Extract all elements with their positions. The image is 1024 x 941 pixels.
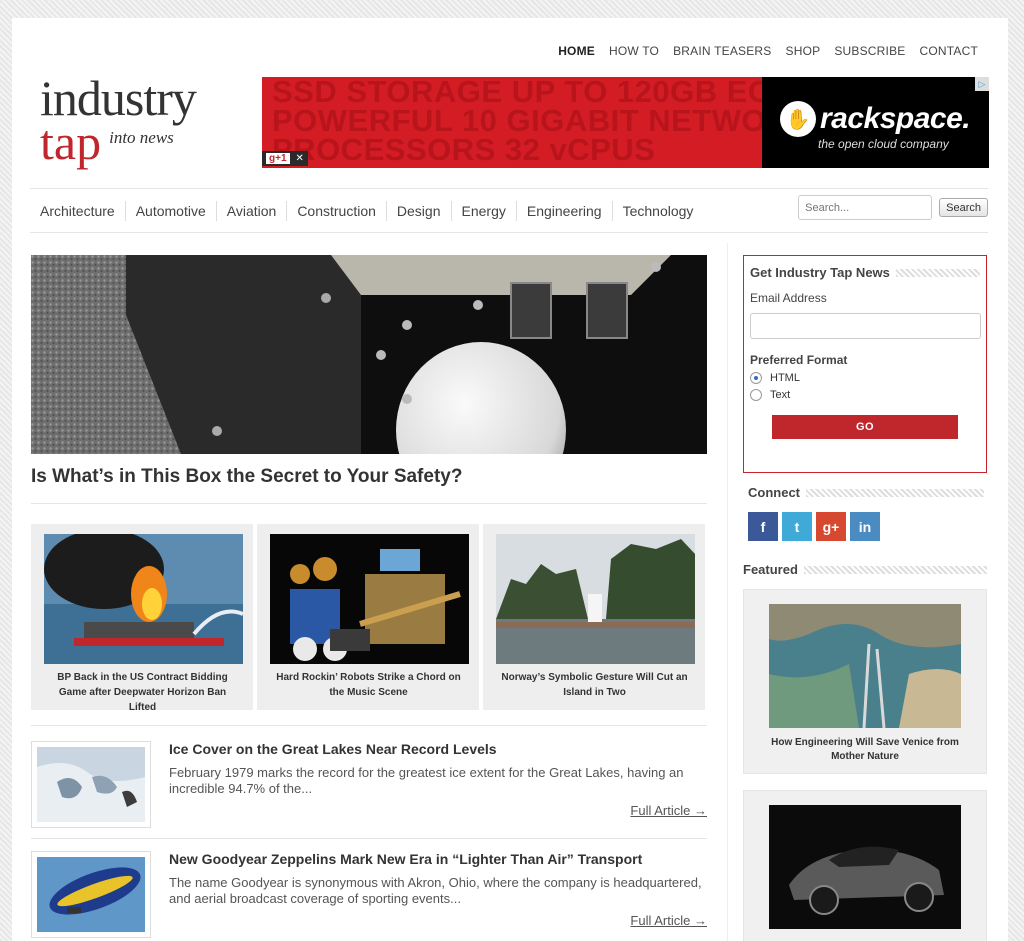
radio-html[interactable] bbox=[750, 372, 762, 384]
go-button[interactable]: GO bbox=[772, 415, 958, 439]
category-list: Architecture Automotive Aviation Constru… bbox=[30, 201, 703, 221]
nav-subscribe[interactable]: SUBSCRIBE bbox=[834, 44, 905, 58]
nav-brain-teasers[interactable]: BRAIN TEASERS bbox=[673, 44, 771, 58]
category-architecture[interactable]: Architecture bbox=[30, 201, 126, 221]
ad-brand-sub: the open cloud company bbox=[818, 137, 949, 151]
category-construction[interactable]: Construction bbox=[287, 201, 387, 221]
article-thumb[interactable] bbox=[31, 741, 151, 828]
divider bbox=[31, 838, 707, 839]
page: HOME HOW TO BRAIN TEASERS SHOP SUBSCRIBE… bbox=[12, 18, 1008, 941]
thumb-image-robots bbox=[270, 534, 469, 664]
gplus-icon[interactable]: g+1 bbox=[266, 153, 290, 164]
category-nav: Architecture Automotive Aviation Constru… bbox=[30, 188, 988, 233]
article-excerpt: February 1979 marks the record for the g… bbox=[169, 765, 684, 796]
search-button[interactable]: Search bbox=[939, 198, 988, 217]
connect-title: Connect bbox=[748, 485, 800, 500]
ad-brand: ✋ rackspace. bbox=[780, 101, 971, 137]
hero-photo bbox=[31, 255, 707, 454]
ad-line-3: PROCESSORS 32 vCPUS bbox=[272, 132, 656, 167]
radio-label-html: HTML bbox=[770, 372, 800, 384]
linkedin-icon[interactable]: in bbox=[850, 512, 880, 541]
featured-title: Featured bbox=[743, 562, 798, 577]
search-form: Search bbox=[798, 195, 988, 220]
radio-label-text: Text bbox=[770, 389, 791, 401]
category-technology[interactable]: Technology bbox=[613, 201, 704, 221]
connect-section: Connect f t g+ in bbox=[748, 485, 984, 541]
article-thumb[interactable] bbox=[31, 851, 151, 938]
featured-heading-row: Featured bbox=[743, 562, 987, 577]
article-image-ice bbox=[37, 747, 145, 822]
format-option-text[interactable]: Text bbox=[750, 389, 980, 401]
hero-title[interactable]: Is What’s in This Box the Secret to Your… bbox=[31, 466, 462, 488]
site-logo[interactable]: industry tap into news bbox=[40, 73, 240, 176]
nav-shop[interactable]: SHOP bbox=[786, 44, 821, 58]
connect-heading: Connect bbox=[748, 485, 984, 500]
category-automotive[interactable]: Automotive bbox=[126, 201, 217, 221]
divider bbox=[31, 725, 707, 726]
featured-card[interactable] bbox=[743, 790, 987, 941]
email-field[interactable] bbox=[750, 313, 981, 339]
format-option-html[interactable]: HTML bbox=[750, 372, 980, 384]
social-icons: f t g+ in bbox=[748, 512, 984, 541]
heading-stripes bbox=[803, 565, 987, 574]
nav-home[interactable]: HOME bbox=[558, 44, 595, 58]
ad-line-1: SSD STORAGE UP TO 120GB ECC MEMORY bbox=[272, 77, 762, 109]
thumb-caption[interactable]: BP Back in the US Contract Bidding Game … bbox=[44, 670, 241, 715]
category-energy[interactable]: Energy bbox=[452, 201, 517, 221]
ad-close-icon[interactable]: ✕ bbox=[296, 153, 304, 164]
thumb-card-bp[interactable]: BP Back in the US Contract Bidding Game … bbox=[31, 524, 253, 713]
nav-contact[interactable]: CONTACT bbox=[919, 44, 978, 58]
divider bbox=[31, 503, 707, 504]
ad-left-panel: SSD STORAGE UP TO 120GB ECC MEMORY POWER… bbox=[262, 77, 762, 168]
ad-headline: SSD STORAGE UP TO 120GB ECC MEMORY POWER… bbox=[272, 77, 762, 167]
ad-line-2: POWERFUL 10 GIGABIT NETWORKS bbox=[272, 103, 762, 138]
facebook-icon[interactable]: f bbox=[748, 512, 778, 541]
radio-text[interactable] bbox=[750, 389, 762, 401]
thumb-caption[interactable]: Hard Rockin’ Robots Strike a Chord on th… bbox=[270, 670, 467, 700]
thumb-caption[interactable]: Norway’s Symbolic Gesture Will Cut an Is… bbox=[496, 670, 693, 700]
rackspace-logo-icon: ✋ bbox=[780, 101, 816, 137]
category-engineering[interactable]: Engineering bbox=[517, 201, 613, 221]
sidebar-divider bbox=[727, 243, 728, 941]
ad-brand-name: rackspace. bbox=[820, 102, 971, 135]
full-article-link[interactable]: Full Article → bbox=[630, 803, 707, 818]
googleplus-icon[interactable]: g+ bbox=[816, 512, 846, 541]
email-label: Email Address bbox=[750, 291, 827, 305]
logo-tagline: into news bbox=[109, 128, 174, 147]
category-aviation[interactable]: Aviation bbox=[217, 201, 288, 221]
banner-ad[interactable]: SSD STORAGE UP TO 120GB ECC MEMORY POWER… bbox=[262, 77, 989, 168]
logo-word-tap: tap bbox=[40, 114, 102, 170]
nav-how-to[interactable]: HOW TO bbox=[609, 44, 659, 58]
featured-image-car bbox=[769, 805, 961, 929]
search-input[interactable] bbox=[798, 195, 933, 220]
twitter-icon[interactable]: t bbox=[782, 512, 812, 541]
thumb-card-norway[interactable]: Norway’s Symbolic Gesture Will Cut an Is… bbox=[483, 524, 705, 710]
newsletter-title: Get Industry Tap News bbox=[750, 265, 890, 280]
heading-stripes bbox=[895, 268, 980, 277]
thumb-card-robots[interactable]: Hard Rockin’ Robots Strike a Chord on th… bbox=[257, 524, 479, 710]
hero-image[interactable] bbox=[31, 255, 707, 454]
article-title[interactable]: New Goodyear Zeppelins Mark New Era in “… bbox=[169, 851, 642, 867]
newsletter-heading: Get Industry Tap News bbox=[750, 265, 980, 280]
article-title[interactable]: Ice Cover on the Great Lakes Near Record… bbox=[169, 741, 497, 757]
article-image-zeppelin bbox=[37, 857, 145, 932]
featured-card[interactable]: How Engineering Will Save Venice from Mo… bbox=[743, 589, 987, 774]
featured-image-venice bbox=[769, 604, 961, 728]
adchoices-icon[interactable]: ▷ bbox=[975, 77, 989, 91]
featured-caption[interactable]: How Engineering Will Save Venice from Mo… bbox=[769, 736, 961, 764]
ad-right-panel: ✋ rackspace. the open cloud company ▷ bbox=[762, 77, 989, 168]
featured-heading: Featured bbox=[743, 562, 987, 577]
article-excerpt: The name Goodyear is synonymous with Akr… bbox=[169, 875, 702, 906]
thumb-image-bp bbox=[44, 534, 243, 664]
newsletter-box: Get Industry Tap News Email Address Pref… bbox=[743, 255, 987, 473]
category-design[interactable]: Design bbox=[387, 201, 452, 221]
format-label: Preferred Format bbox=[750, 353, 848, 367]
full-article-link[interactable]: Full Article → bbox=[630, 913, 707, 928]
top-nav: HOME HOW TO BRAIN TEASERS SHOP SUBSCRIBE… bbox=[558, 44, 978, 58]
ad-plusone[interactable]: g+1 ✕ bbox=[262, 151, 308, 166]
thumbnail-row: BP Back in the US Contract Bidding Game … bbox=[31, 524, 707, 713]
heading-stripes bbox=[806, 488, 984, 497]
thumb-image-norway bbox=[496, 534, 695, 664]
